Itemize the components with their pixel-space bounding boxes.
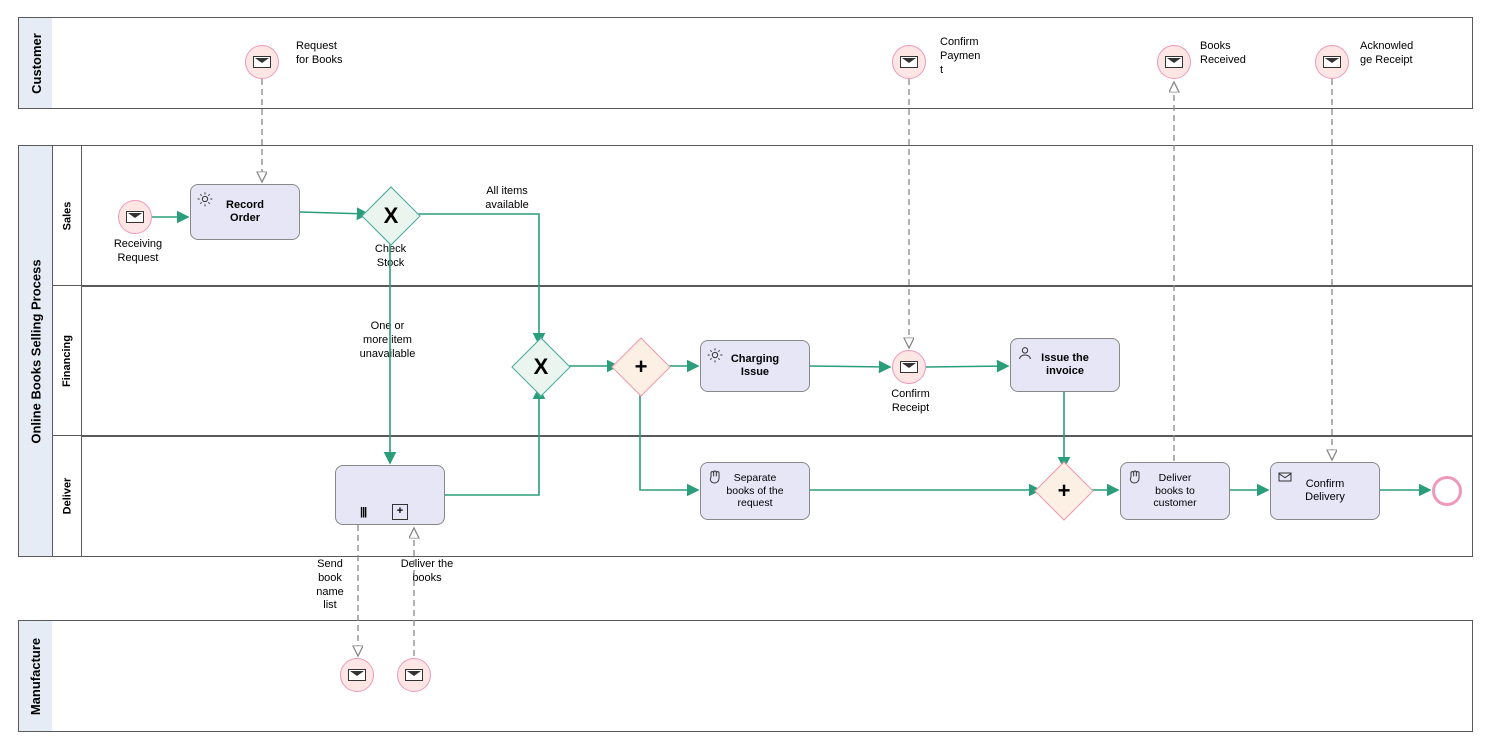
- hand-icon: [1127, 469, 1143, 485]
- pool-header-process: Online Books Selling Process: [18, 145, 54, 557]
- gear-icon: [197, 191, 213, 207]
- task-charging-issue[interactable]: ChargingIssue: [700, 340, 810, 392]
- envelope-icon: [1323, 56, 1341, 68]
- lane-label: Deliver: [61, 478, 73, 515]
- message-event-manufacture-send: [397, 658, 431, 692]
- parallel-marker-icon: |||: [360, 506, 366, 518]
- event-label: Acknowledge Receipt: [1360, 40, 1430, 68]
- envelope-icon: [1277, 469, 1293, 485]
- start-event-receiving-request: [118, 200, 152, 234]
- task-subprocess-deliver[interactable]: ||| +: [335, 465, 445, 525]
- task-label: ConfirmDelivery: [1303, 474, 1347, 508]
- task-label: ChargingIssue: [729, 349, 781, 383]
- message-event-manufacture-receive: [340, 658, 374, 692]
- lane-label: Sales: [61, 202, 73, 231]
- hand-icon: [707, 469, 723, 485]
- event-label: Requestfor Books: [296, 40, 366, 68]
- task-record-order[interactable]: RecordOrder: [190, 184, 300, 240]
- pool-body-manufacture: [52, 620, 1473, 732]
- user-icon: [1017, 345, 1033, 361]
- end-event: [1432, 476, 1462, 506]
- message-event-confirm-payment: [892, 45, 926, 79]
- lane-header-financing: Financing: [52, 285, 82, 437]
- gateway-label: CheckStock: [363, 243, 418, 271]
- task-deliver-books[interactable]: Deliverbooks tocustomer: [1120, 462, 1230, 520]
- envelope-icon: [1165, 56, 1183, 68]
- annotation-send-book-list: Sendbooknamelist: [310, 558, 350, 613]
- envelope-icon: [900, 361, 918, 373]
- task-separate-books[interactable]: Separatebooks of therequest: [700, 462, 810, 520]
- subprocess-marker-icon: +: [392, 504, 408, 520]
- task-label: Separatebooks of therequest: [724, 468, 785, 514]
- task-label: Deliverbooks tocustomer: [1151, 468, 1198, 514]
- intermediate-event-confirm-receipt: [892, 350, 926, 384]
- envelope-icon: [405, 669, 423, 681]
- task-label: Issue theinvoice: [1039, 348, 1091, 382]
- envelope-icon: [348, 669, 366, 681]
- gear-icon: [707, 347, 723, 363]
- flow-label-all-items: All itemsavailable: [472, 185, 542, 213]
- pool-header-customer: Customer: [18, 17, 54, 109]
- message-event-request-books: [245, 45, 279, 79]
- lane-header-sales: Sales: [52, 145, 82, 287]
- task-label: RecordOrder: [224, 195, 266, 229]
- task-confirm-delivery[interactable]: ConfirmDelivery: [1270, 462, 1380, 520]
- message-event-books-received: [1157, 45, 1191, 79]
- lane-header-deliver: Deliver: [52, 435, 82, 557]
- task-issue-invoice[interactable]: Issue theinvoice: [1010, 338, 1120, 392]
- lane-label: Financing: [61, 335, 73, 387]
- event-label: ConfirmReceipt: [883, 388, 938, 416]
- pool-label: Customer: [29, 33, 44, 94]
- envelope-icon: [126, 211, 144, 223]
- pool-header-manufacture: Manufacture: [18, 620, 54, 732]
- pool-label: Manufacture: [29, 637, 44, 714]
- message-event-ack-receipt: [1315, 45, 1349, 79]
- envelope-icon: [253, 56, 271, 68]
- event-label: BooksReceived: [1200, 40, 1260, 68]
- annotation-deliver-books: Deliver thebooks: [392, 558, 462, 586]
- pool-label: Online Books Selling Process: [29, 259, 44, 443]
- event-label: ReceivingRequest: [103, 238, 173, 266]
- event-label: ConfirmPayment: [940, 36, 995, 77]
- envelope-icon: [900, 56, 918, 68]
- flow-label-unavailable: One ormore itemunavailable: [350, 320, 425, 361]
